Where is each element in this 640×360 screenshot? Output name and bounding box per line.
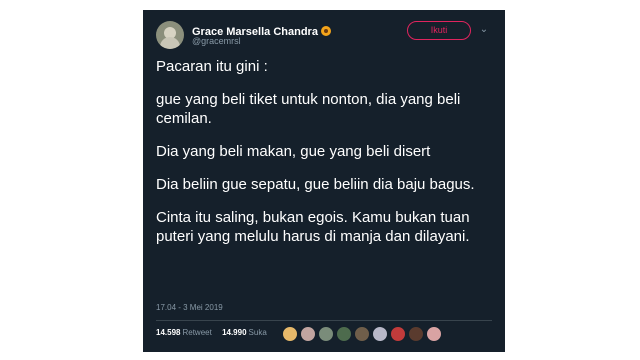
divider — [156, 320, 492, 321]
chevron-down-icon[interactable]: ⌄ — [479, 25, 489, 35]
follow-button[interactable]: Ikuti — [407, 21, 471, 40]
liker-avatar[interactable] — [426, 325, 442, 342]
name-line: Grace Marsella Chandra — [192, 22, 331, 38]
avatar[interactable] — [156, 21, 184, 49]
like-stat[interactable]: 14.990 Suka — [222, 328, 275, 337]
tweet-card: Grace Marsella Chandra @gracemrsl Ikuti … — [143, 10, 505, 352]
tweet-paragraph: Dia beliin gue sepatu, gue beliin dia ba… — [156, 176, 475, 193]
retweet-label: Retweet — [182, 328, 212, 337]
tweet-paragraph: gue yang beli tiket untuk nonton, dia ya… — [156, 91, 461, 127]
tweet-body: Pacaran itu gini : gue yang beli tiket u… — [156, 57, 496, 260]
liker-avatar[interactable] — [390, 325, 406, 342]
liker-avatars — [282, 325, 444, 343]
retweet-count: 14.598 — [156, 328, 181, 337]
liker-avatar[interactable] — [372, 325, 388, 342]
tweet-stats: 14.598 Retweet 14.990 Suka — [156, 328, 275, 344]
liker-avatar[interactable] — [408, 325, 424, 342]
liker-avatar[interactable] — [336, 325, 352, 342]
sunflower-icon — [320, 26, 331, 36]
avatar-body — [160, 37, 180, 49]
tweet-paragraph: Cinta itu saling, bukan egois. Kamu buka… — [156, 209, 470, 245]
liker-avatar[interactable] — [318, 325, 334, 342]
liker-avatar[interactable] — [354, 325, 370, 342]
user-handle[interactable]: @gracemrsl — [192, 36, 241, 46]
retweet-stat[interactable]: 14.598 Retweet — [156, 328, 222, 337]
tweet-timestamp[interactable]: 17.04 - 3 Mei 2019 — [156, 303, 223, 312]
like-label: Suka — [248, 328, 267, 337]
liker-avatar[interactable] — [282, 325, 298, 342]
tweet-paragraph: Dia yang beli makan, gue yang beli diser… — [156, 143, 431, 160]
tweet-paragraph: Pacaran itu gini : — [156, 58, 268, 75]
liker-avatar[interactable] — [300, 325, 316, 342]
like-count: 14.990 — [222, 328, 247, 337]
tweet-header: Grace Marsella Chandra @gracemrsl Ikuti … — [143, 10, 505, 54]
